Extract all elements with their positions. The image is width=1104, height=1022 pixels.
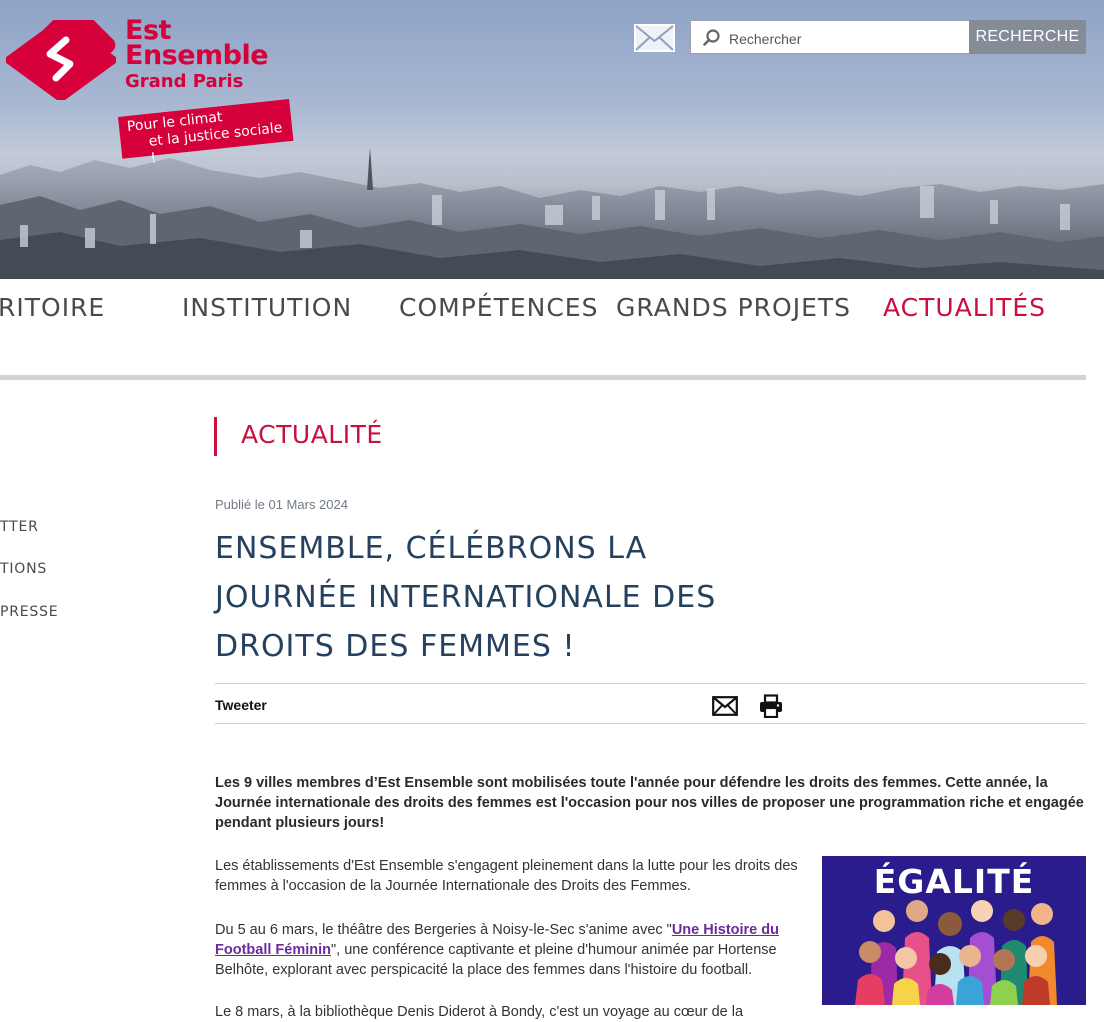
search-icon <box>703 29 720 46</box>
share-bar: Tweeter <box>215 683 1086 724</box>
nav-item-grands-projets[interactable]: GRANDS PROJETS <box>616 293 851 322</box>
paragraph-2-text-start: Du 5 au 6 mars, le théâtre des Bergeries… <box>215 922 672 938</box>
est-ensemble-logo-icon[interactable] <box>6 20 116 100</box>
article-intro: Les 9 villes membres d’Est Ensemble sont… <box>215 775 1084 831</box>
article-paragraph-2: Du 5 au 6 mars, le théâtre des Bergeries… <box>215 920 815 980</box>
header-banner: Est Ensemble Grand Paris Pour le climat … <box>0 0 1104 279</box>
section-title-bar <box>214 417 217 456</box>
logo-line-3: Grand Paris <box>125 71 244 92</box>
email-share-icon[interactable] <box>712 696 738 716</box>
egalite-illustration: ÉGALITÉ <box>822 856 1086 1005</box>
search-button[interactable]: RECHERCHE <box>969 20 1086 54</box>
main-navigation: RITOIRE INSTITUTION COMPÉTENCES GRANDS P… <box>0 279 1104 379</box>
nav-item-actualites[interactable]: ACTUALITÉS <box>883 293 1046 322</box>
article-headline: ENSEMBLE, CÉLÉBRONS LA JOURNÉE INTERNATI… <box>215 531 717 664</box>
article-paragraph-3: Le 8 mars, à la bibliothèque Denis Dider… <box>215 1004 744 1020</box>
sidebar-item-twitter[interactable]: TTER <box>0 519 39 535</box>
tweet-button[interactable]: Tweeter <box>215 697 267 713</box>
article-paragraph-1: Les établissements d'Est Ensemble s'enga… <box>215 858 798 894</box>
women-group-illustration <box>855 900 1057 1005</box>
nav-item-competences[interactable]: COMPÉTENCES <box>399 293 598 322</box>
search-field[interactable] <box>690 20 970 54</box>
logo-line-2: Ensemble <box>125 40 269 71</box>
nav-item-institution[interactable]: INSTITUTION <box>182 293 352 322</box>
section-title: ACTUALITÉ <box>241 420 383 449</box>
sidebar-item-presse[interactable]: PRESSE <box>0 604 58 620</box>
logo-wordmark: Est Ensemble Grand Paris <box>125 17 269 94</box>
search-input[interactable] <box>727 27 961 51</box>
print-icon[interactable] <box>759 694 783 718</box>
envelope-icon[interactable] <box>634 24 675 52</box>
publish-date: Publié le 01 Mars 2024 <box>215 497 348 512</box>
nav-divider <box>0 375 1086 380</box>
nav-item-territoire[interactable]: RITOIRE <box>0 293 105 322</box>
sidebar-item-publications[interactable]: TIONS <box>0 561 47 577</box>
